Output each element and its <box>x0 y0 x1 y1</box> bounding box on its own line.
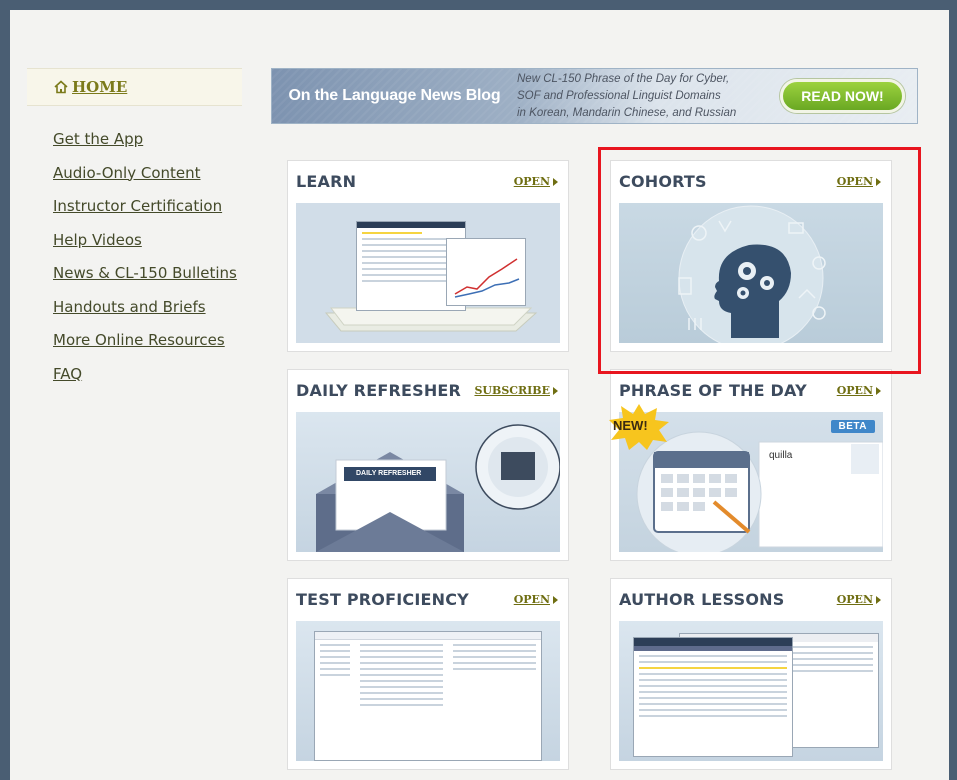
page-frame: HOME Get the App Audio-Only Content Inst… <box>10 10 949 780</box>
action-label: OPEN <box>836 593 873 606</box>
author-illustration[interactable] <box>619 621 883 761</box>
open-learn-link[interactable]: OPEN <box>514 175 558 188</box>
beta-badge: BETA <box>830 420 875 433</box>
sidebar-link-news-bulletins[interactable]: News & CL-150 Bulletins <box>53 264 237 282</box>
learn-illustration[interactable] <box>296 203 560 343</box>
action-label: OPEN <box>513 593 550 606</box>
sidebar-link-handouts[interactable]: Handouts and Briefs <box>53 298 206 316</box>
new-badge: NEW! <box>607 404 671 455</box>
read-now-button[interactable]: READ NOW! <box>780 79 905 113</box>
banner-text: New CL-150 Phrase of the Day for Cyber, … <box>517 71 767 122</box>
daily-badge: DAILY REFRESHER <box>356 470 422 477</box>
card-phrase-of-the-day: PHRASE OF THE DAY OPEN quilla BETA NEW! <box>609 369 892 561</box>
phrase-illustration[interactable]: quilla BETA NEW! <box>609 404 883 552</box>
action-label: SUBSCRIBE <box>474 384 550 397</box>
mock-test-window <box>314 631 542 761</box>
highlight-box <box>598 147 921 374</box>
sidebar-link-get-app[interactable]: Get the App <box>53 130 143 148</box>
envelope-graphic <box>316 424 560 552</box>
sidebar-link-help-videos[interactable]: Help Videos <box>53 231 142 249</box>
home-link[interactable]: HOME <box>54 78 127 96</box>
banner-text-line: in Korean, Mandarin Chinese, and Russian <box>517 106 737 119</box>
mock-author-window <box>633 637 793 757</box>
sidebar-link-audio-only[interactable]: Audio-Only Content <box>53 164 201 182</box>
sidebar-link-instructor-certification[interactable]: Instructor Certification <box>53 197 222 215</box>
card-title: PHRASE OF THE DAY <box>619 381 807 400</box>
home-nav: HOME <box>27 68 242 106</box>
test-illustration[interactable] <box>296 621 560 761</box>
banner-text-line: SOF and Professional Linguist Domains <box>517 89 721 102</box>
open-author-link[interactable]: OPEN <box>837 593 881 606</box>
card-learn: LEARN OPEN <box>287 160 569 352</box>
card-test-proficiency: TEST PROFICIENCY OPEN <box>287 578 569 770</box>
phrase-snippet: quilla <box>769 450 793 461</box>
news-banner[interactable]: On the Language News Blog New CL-150 Phr… <box>271 68 918 124</box>
card-author-lessons: AUTHOR LESSONS OPEN <box>610 578 892 770</box>
home-icon <box>54 80 68 94</box>
mock-chart-window <box>446 238 526 306</box>
arrow-right-icon <box>876 595 881 604</box>
card-title: TEST PROFICIENCY <box>296 590 469 609</box>
home-label: HOME <box>72 78 128 96</box>
arrow-right-icon <box>553 177 558 186</box>
arrow-right-icon <box>553 595 558 604</box>
open-test-link[interactable]: OPEN <box>514 593 558 606</box>
subscribe-daily-link[interactable]: SUBSCRIBE <box>474 384 558 397</box>
sidebar-link-more-resources[interactable]: More Online Resources <box>53 331 225 349</box>
arrow-right-icon <box>876 386 881 395</box>
new-label: NEW! <box>613 418 648 433</box>
arrow-right-icon <box>553 386 558 395</box>
card-title: AUTHOR LESSONS <box>619 590 785 609</box>
action-label: OPEN <box>836 384 873 397</box>
action-label: OPEN <box>513 175 550 188</box>
banner-text-line: New CL-150 Phrase of the Day for Cyber, <box>517 72 730 85</box>
sidebar-link-faq[interactable]: FAQ <box>53 365 82 383</box>
open-phrase-link[interactable]: OPEN <box>837 384 881 397</box>
banner-title: On the Language News Blog <box>288 87 501 104</box>
card-title: DAILY REFRESHER <box>296 381 462 400</box>
daily-refresher-illustration[interactable]: DAILY REFRESHER <box>296 412 560 552</box>
sidebar-links: Get the App Audio-Only Content Instructo… <box>53 130 237 398</box>
card-title: LEARN <box>296 172 357 191</box>
card-daily-refresher: DAILY REFRESHER SUBSCRIBE DAILY REFRESHE… <box>287 369 569 561</box>
